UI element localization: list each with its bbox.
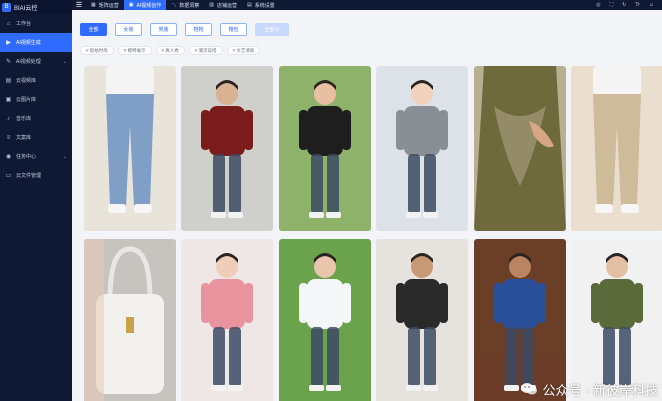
category-button-1[interactable]: 女装 xyxy=(115,23,142,36)
category-button-3[interactable]: 鞋靴 xyxy=(185,23,212,36)
task-icon: ◉ xyxy=(5,154,12,160)
tag-chip-0[interactable]: # 街拍时尚 xyxy=(80,46,114,55)
photo-white-hoodie[interactable] xyxy=(279,239,371,401)
edit-icon: ✎ xyxy=(5,59,12,65)
tag-filter: # 街拍时尚 # 模特展示 # 真人秀 # 潮流穿搭 # 文艺清新 xyxy=(80,46,261,56)
thumbnail-image xyxy=(571,239,662,401)
top-tab-label: 矩阵运营 xyxy=(98,2,119,9)
top-tab-label: AI视频创作 xyxy=(136,2,162,9)
photo-blue-sweater-man[interactable] xyxy=(474,239,566,401)
tag-chip-3[interactable]: # 潮流穿搭 xyxy=(188,46,223,55)
category-filter: 全部 女装 男装 鞋靴 箱包 全部分 xyxy=(80,23,289,37)
thumbnail-image xyxy=(474,239,566,401)
sidebar-item-5[interactable]: ♪ 音乐库 xyxy=(0,109,72,128)
brand-name: BIAI云控 xyxy=(14,5,38,12)
thumbnail-image xyxy=(84,66,176,231)
thumbnail-image xyxy=(376,66,468,231)
top-tab-1[interactable]: ▣ AI视频创作 xyxy=(123,0,167,10)
image-gallery xyxy=(84,66,662,401)
sidebar-item-label: AI视频处理 xyxy=(16,59,41,65)
wechat-icon xyxy=(521,383,538,395)
sidebar-item-4[interactable]: ▣ 云图片库 xyxy=(0,90,72,109)
photo-black-tee-woman[interactable] xyxy=(279,66,371,231)
category-button-5[interactable]: 全部分 xyxy=(255,23,289,36)
user-icon[interactable]: ☺ xyxy=(649,2,654,8)
photo-jeans-street[interactable] xyxy=(84,66,176,231)
photo-man-red-shirt[interactable] xyxy=(181,66,273,231)
top-tab-4[interactable]: ▤ 系统设置 xyxy=(242,0,280,10)
tag-chip-4[interactable]: # 文艺清新 xyxy=(226,46,261,55)
sidebar-item-label: 工作台 xyxy=(16,21,32,27)
grid-icon: ▦ xyxy=(91,2,96,8)
folder-icon: ▤ xyxy=(5,78,12,84)
thumbnail-image xyxy=(279,66,371,231)
document-icon: ≡ xyxy=(6,134,11,141)
category-button-4[interactable]: 箱包 xyxy=(220,23,247,36)
fullscreen-icon[interactable]: ⛶ xyxy=(610,2,614,8)
thumbnail-image xyxy=(181,239,273,401)
category-button-0[interactable]: 全部 xyxy=(80,23,107,36)
location-icon[interactable]: ◎ xyxy=(596,2,600,8)
photo-white-handbag[interactable] xyxy=(84,239,176,401)
photo-olive-cargo[interactable] xyxy=(571,239,662,401)
image-icon: ▣ xyxy=(5,97,12,103)
sidebar-item-2[interactable]: ✎ AI视频处理 ⌄ xyxy=(0,52,72,71)
sidebar-item-3[interactable]: ▤ 云视频库 xyxy=(0,71,72,90)
sidebar-item-8[interactable]: ▭ 云文件管理 xyxy=(0,166,72,185)
brand[interactable]: B BIAI云控 xyxy=(0,0,72,14)
thumbnail-image xyxy=(474,66,566,231)
top-tab-3[interactable]: ▥ 店铺运营 xyxy=(204,0,242,10)
music-icon: ♪ xyxy=(7,115,10,122)
thumbnail-image xyxy=(376,239,468,401)
top-tab-label: 系统设置 xyxy=(254,2,275,9)
top-right-tools: ◎ ⛶ ↻ Tr ☺ xyxy=(596,0,654,10)
sidebar-item-1[interactable]: ▶ AI视频生成 xyxy=(0,33,72,52)
tag-chip-1[interactable]: # 模特展示 xyxy=(117,46,152,55)
chart-icon: 〽 xyxy=(171,2,177,9)
refresh-icon[interactable]: ↻ xyxy=(622,2,626,8)
photo-black-bag-woman[interactable] xyxy=(376,239,468,401)
photo-grey-trousers[interactable] xyxy=(376,66,468,231)
photo-beige-chinos[interactable] xyxy=(571,66,662,231)
photo-green-skirt[interactable] xyxy=(474,66,566,231)
film-icon: ▣ xyxy=(128,2,134,8)
chevron-down-icon: ⌄ xyxy=(62,153,67,160)
chevron-down-icon: ⌄ xyxy=(62,58,67,65)
settings-icon: ▤ xyxy=(247,2,252,8)
thumbnail-image xyxy=(181,66,273,231)
sidebar-item-6[interactable]: ≡ 文案库 xyxy=(0,128,72,147)
sidebar-item-label: 云图片库 xyxy=(16,97,37,103)
top-tab-0[interactable]: ▦ 矩阵运营 xyxy=(86,0,124,10)
photo-pink-activewear[interactable] xyxy=(181,239,273,401)
top-tab-label: 店铺运营 xyxy=(216,2,237,9)
thumbnail-image xyxy=(279,239,371,401)
sidebar-item-label: 云文件管理 xyxy=(16,173,42,179)
watermark: 公众号 · 新彼岸科技 xyxy=(520,381,658,398)
top-tab-label: 数据洞察 xyxy=(179,2,200,9)
store-icon: ▥ xyxy=(209,2,214,8)
tag-chip-2[interactable]: # 真人秀 xyxy=(155,46,185,55)
top-tab-2[interactable]: 〽数据洞察 xyxy=(166,0,204,10)
sidebar-item-label: AI视频生成 xyxy=(16,40,41,46)
menu-toggle-icon[interactable]: ☰ xyxy=(72,0,86,10)
sidebar-item-label: 任务中心 xyxy=(16,154,37,160)
sidebar-item-label: 文案库 xyxy=(16,135,32,141)
watermark-text: 公众号 · 新彼岸科技 xyxy=(542,382,658,398)
sidebar-nav: ⌂ 工作台 ▶ AI视频生成 ✎ AI视频处理 ⌄ ▤ 云视频库 ▣ 云图片库 ♪ 音乐库 ≡ 文案库 ◉ 任务… xyxy=(0,14,72,185)
file-icon: ▭ xyxy=(5,173,12,179)
sidebar-item-0[interactable]: ⌂ 工作台 xyxy=(0,14,72,33)
top-bar: ☰ ▦ 矩阵运营 ▣ AI视频创作〽数据洞察 ▥ 店铺运营 ▤ 系统设置 ◎ ⛶ ↻ Tr ☺ xyxy=(72,0,662,10)
brand-logo-icon: B xyxy=(2,2,11,12)
video-icon: ▶ xyxy=(6,40,11,46)
sidebar-item-7[interactable]: ◉ 任务中心 ⌄ xyxy=(0,147,72,166)
top-tabs: ▦ 矩阵运营 ▣ AI视频创作〽数据洞察 ▥ 店铺运营 ▤ 系统设置 xyxy=(86,0,280,10)
sidebar: B BIAI云控 ⌂ 工作台 ▶ AI视频生成 ✎ AI视频处理 ⌄ ▤ 云视频库 ▣ 云图片库 ♪ 音… xyxy=(0,0,72,401)
sidebar-item-label: 音乐库 xyxy=(16,116,32,122)
sidebar-item-label: 云视频库 xyxy=(16,78,37,84)
thumbnail-image xyxy=(571,66,662,231)
translate-icon[interactable]: Tr xyxy=(635,2,640,8)
thumbnail-image xyxy=(84,239,176,401)
category-button-2[interactable]: 男装 xyxy=(150,23,177,36)
home-icon: ⌂ xyxy=(6,20,11,27)
